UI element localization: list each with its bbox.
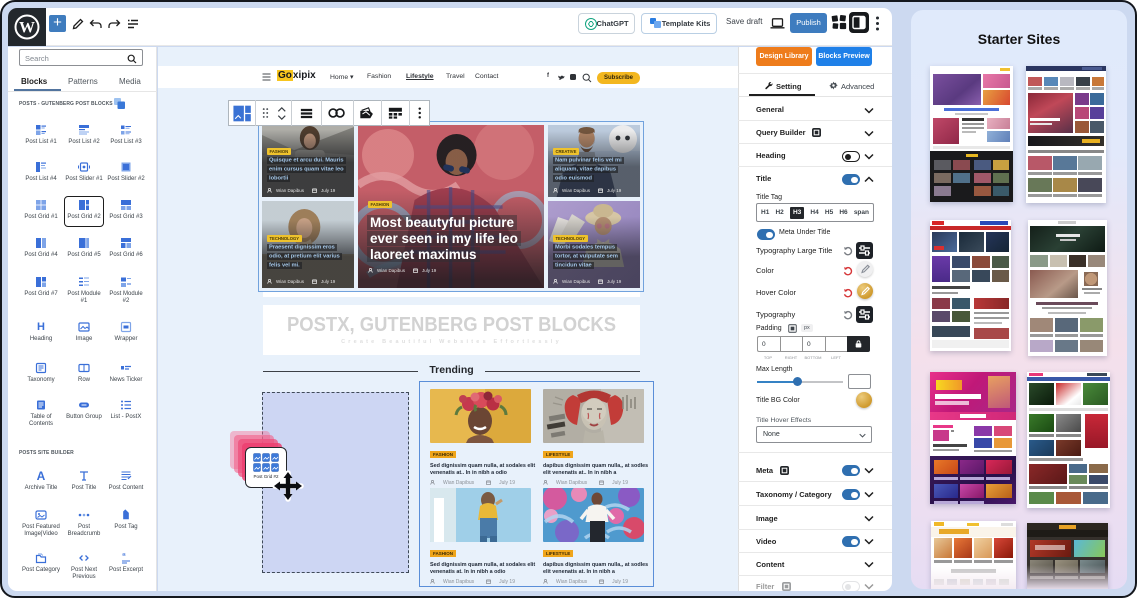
svg-text:W: W — [19, 20, 35, 37]
svg-text:“: “ — [122, 552, 126, 561]
